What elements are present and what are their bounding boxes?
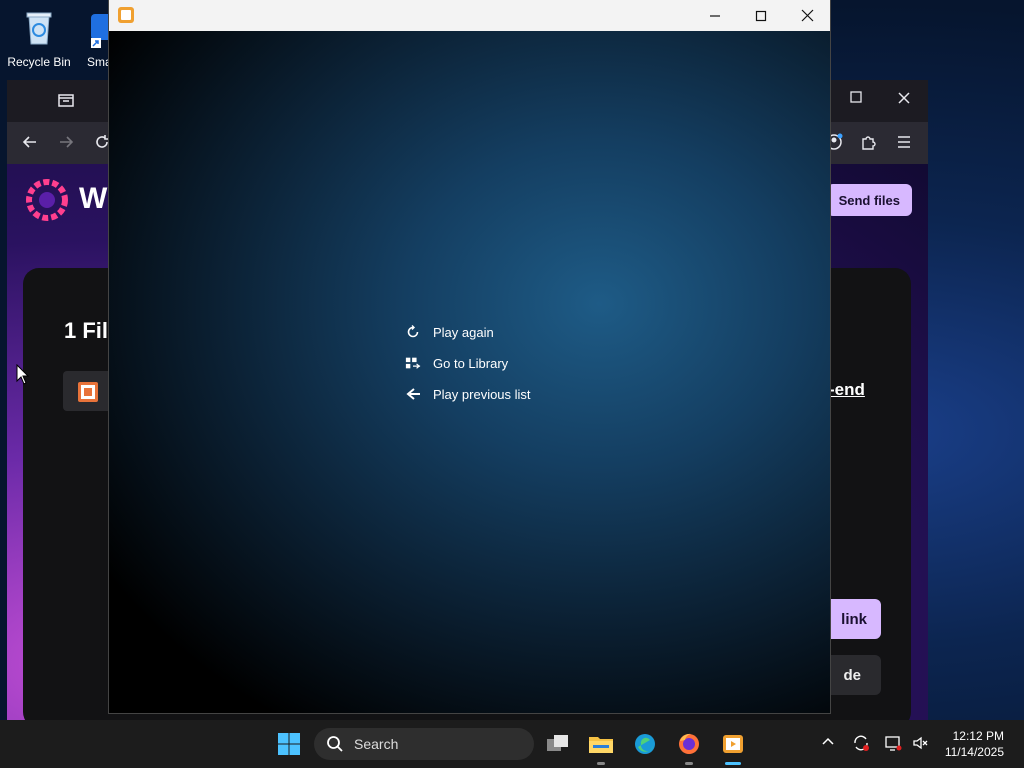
search-placeholder: Search <box>354 736 399 752</box>
windows-start-icon <box>278 733 300 755</box>
site-logo-icon <box>26 179 68 221</box>
play-again-label: Play again <box>433 324 494 340</box>
play-previous-list-label: Play previous list <box>433 386 531 402</box>
site-brand-text: W <box>79 182 108 215</box>
go-to-library-label: Go to Library <box>433 355 509 371</box>
recycle-bin-icon <box>26 12 52 45</box>
start-button[interactable] <box>273 728 305 760</box>
close-button[interactable] <box>784 0 830 31</box>
tab-overview-icon[interactable] <box>57 91 75 114</box>
send-files-button[interactable]: Send files <box>826 184 912 216</box>
play-previous-list-item[interactable]: Play previous list <box>405 384 531 404</box>
sync-icon <box>854 735 869 751</box>
minimize-button[interactable] <box>692 0 738 31</box>
firefox-button[interactable] <box>673 728 705 760</box>
desktop-icon-recycle-bin[interactable]: Recycle Bin <box>3 8 75 69</box>
firefox-icon <box>679 733 699 754</box>
clock-date: 11/14/2025 <box>944 745 1004 759</box>
clock-time: 12:12 PM <box>952 729 1004 743</box>
volume-muted-icon <box>913 736 928 750</box>
media-player-icon <box>723 735 743 753</box>
maximize-icon[interactable] <box>849 90 863 107</box>
close-icon <box>801 9 813 22</box>
edge-browser-icon <box>635 734 655 754</box>
maximize-icon <box>755 10 767 21</box>
forward-icon[interactable] <box>57 133 75 156</box>
edge-browser-button[interactable] <box>629 728 661 760</box>
play-again-item[interactable]: Play again <box>405 322 494 342</box>
active-app-indicator <box>725 762 741 765</box>
file-explorer-button[interactable] <box>585 728 617 760</box>
library-icon <box>405 355 421 371</box>
maximize-button[interactable] <box>738 0 784 31</box>
sync-tray-button[interactable] <box>852 734 870 755</box>
taskbar: Search 12:12 PM 11/14/2025 <box>0 720 1024 768</box>
minimize-icon <box>710 14 720 17</box>
link-text[interactable]: -end <box>829 380 865 400</box>
file-count-heading: 1 Fil <box>64 318 109 343</box>
media-player-taskbar-button[interactable] <box>717 728 749 760</box>
running-app-indicator <box>597 762 605 765</box>
back-arrow-icon <box>405 386 421 402</box>
running-app-indicator <box>685 762 693 765</box>
task-view-button[interactable] <box>542 728 574 760</box>
replay-icon <box>405 324 421 340</box>
file-explorer-icon <box>589 737 613 753</box>
player-title-bar[interactable] <box>109 0 830 31</box>
network-tray-button[interactable] <box>884 734 902 755</box>
media-player-app-icon <box>118 7 134 23</box>
mouse-cursor-icon <box>16 364 30 385</box>
tray-overflow-button[interactable] <box>821 734 835 751</box>
menu-icon[interactable] <box>895 133 913 156</box>
media-player-window: Play again Go to Library Play previous l… <box>109 0 830 713</box>
taskbar-search[interactable]: Search <box>314 728 534 760</box>
go-to-library-item[interactable]: Go to Library <box>405 353 508 373</box>
close-icon[interactable] <box>896 90 912 111</box>
taskbar-clock[interactable]: 12:12 PM 11/14/2025 <box>945 728 1004 760</box>
search-icon <box>327 736 343 752</box>
extensions-icon[interactable] <box>859 133 877 156</box>
volume-tray-button[interactable] <box>912 734 930 755</box>
back-icon[interactable] <box>21 133 39 156</box>
network-icon <box>885 736 902 751</box>
player-stage: Play again Go to Library Play previous l… <box>109 31 830 713</box>
desktop-icon-label: Recycle Bin <box>7 55 71 69</box>
presentation-file-icon <box>78 382 98 402</box>
chevron-up-icon <box>822 737 834 745</box>
task-view-icon <box>547 735 568 751</box>
